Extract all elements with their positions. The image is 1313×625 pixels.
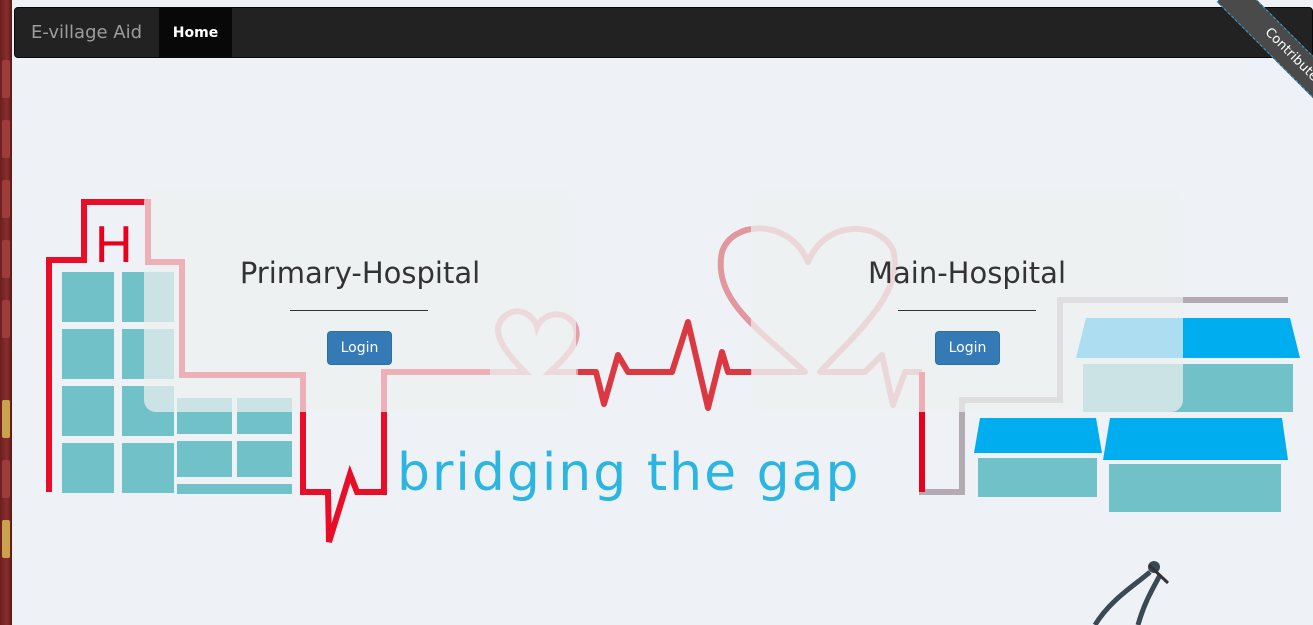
brand-link[interactable]: E-village Aid [31, 22, 142, 43]
top-navbar: E-village Aid Home [14, 7, 1313, 58]
contribute-ribbon-wrapper: Contribute [1193, 0, 1313, 120]
primary-login-button[interactable]: Login [327, 331, 392, 365]
stethoscope-icon [1092, 561, 1170, 625]
ecg-line-middle [578, 319, 752, 411]
panel-title: Main-Hospital [867, 256, 1066, 290]
panel-divider [290, 310, 428, 311]
hospital-sign: H [95, 216, 133, 274]
main-hospital-panel: Main-Hospital Login [751, 190, 1183, 412]
nav-home-link[interactable]: Home [159, 8, 232, 58]
primary-hospital-panel: Primary-Hospital Login [144, 190, 576, 412]
contribute-ribbon[interactable]: Contribute [1216, 0, 1313, 120]
panel-title: Primary-Hospital [239, 256, 481, 290]
tagline: bridging the gap [397, 443, 861, 503]
main-login-button[interactable]: Login [935, 331, 1000, 365]
panel-divider [898, 310, 1036, 311]
